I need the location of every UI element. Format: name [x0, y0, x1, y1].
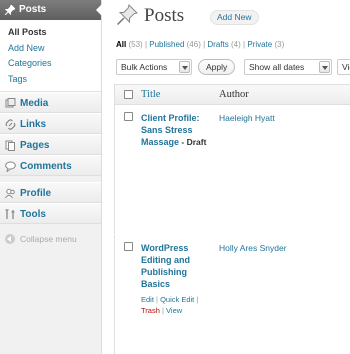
submenu-add-new[interactable]: Add New — [0, 41, 101, 57]
pages-icon — [5, 140, 15, 151]
comments-icon — [5, 161, 16, 172]
filter-all[interactable]: All — [116, 40, 126, 49]
post-title-line: Sans Stress — [141, 125, 193, 135]
table-header-row: Title Author — [114, 84, 350, 105]
post-author-link[interactable]: Holly Ares Snyder — [215, 234, 350, 354]
bulk-actions-value: Bulk Actions — [121, 62, 168, 72]
media-icon — [5, 98, 16, 108]
filter-published-count: (46) — [186, 40, 201, 49]
filter-drafts-count: (4) — [230, 40, 241, 49]
row-checkbox-cell — [114, 104, 137, 235]
menu-item-comments[interactable]: Comments — [0, 155, 101, 176]
post-status-filters: All (53) | Published (46) | Drafts (4) |… — [116, 40, 284, 49]
view-select-value: Vie — [342, 62, 350, 72]
row-checkbox[interactable] — [124, 112, 133, 121]
select-all-checkbox[interactable] — [124, 90, 133, 99]
action-separator: | — [156, 295, 158, 304]
posts-pushpin-icon — [116, 4, 138, 26]
post-title-line: Editing and — [141, 255, 190, 265]
apply-button[interactable]: Apply — [198, 59, 236, 75]
filter-separator: | — [144, 40, 148, 49]
bulk-actions-select[interactable]: Bulk Actions — [116, 59, 192, 75]
menu-item-label: Pages — [20, 140, 50, 151]
action-separator: | — [162, 306, 164, 315]
post-title-line: WordPress — [141, 243, 189, 253]
menu-item-posts-label: Posts — [19, 4, 47, 15]
collapse-menu-button[interactable]: Collapse menu — [0, 229, 101, 249]
row-title-cell: Client Profile: Sans Stress Massage - Dr… — [137, 104, 215, 235]
filter-separator: | — [203, 40, 206, 49]
menu-item-label: Comments — [20, 161, 72, 172]
submenu-all-posts[interactable]: All Posts — [0, 25, 101, 41]
row-checkbox[interactable] — [124, 242, 133, 251]
filter-drafts[interactable]: Drafts — [207, 40, 228, 49]
menu-item-label: Profile — [20, 188, 52, 199]
post-state-label: - Draft — [179, 137, 207, 147]
table-row: WordPress Editing and Publishing Basics … — [114, 234, 350, 354]
view-select-partial[interactable]: Vie — [337, 59, 350, 75]
filter-separator: | — [243, 40, 246, 49]
post-title-line: Basics — [141, 279, 171, 289]
filter-private[interactable]: Private — [247, 40, 272, 49]
row-title-cell: WordPress Editing and Publishing Basics … — [137, 234, 215, 354]
collapse-menu-label: Collapse menu — [20, 234, 77, 244]
links-icon — [5, 119, 16, 130]
menu-item-pages[interactable]: Pages — [0, 134, 101, 155]
posts-table: Title Author Client Profile: Sans Stress… — [114, 84, 350, 354]
edit-link[interactable]: Edit — [141, 295, 154, 304]
filter-private-count: (3) — [274, 40, 285, 49]
collapse-arrow-icon — [5, 234, 15, 244]
post-author-link[interactable]: Haeleigh Hyatt — [215, 104, 350, 235]
post-title-link[interactable]: Client Profile: Sans Stress Massage - Dr… — [141, 112, 211, 148]
view-link[interactable]: View — [166, 306, 182, 315]
menu-item-label: Media — [20, 98, 49, 109]
menu-item-tools[interactable]: Tools — [0, 203, 101, 224]
submenu-categories[interactable]: Categories — [0, 56, 101, 72]
submenu-tags[interactable]: Tags — [0, 72, 101, 88]
quick-edit-link[interactable]: Quick Edit — [160, 295, 194, 304]
add-new-button[interactable]: Add New — [210, 10, 259, 25]
page-title: Posts — [144, 5, 185, 26]
row-actions: Edit | Quick Edit | Trash | View — [141, 294, 211, 316]
post-title-line: Publishing — [141, 267, 187, 277]
menu-item-label: Tools — [20, 209, 46, 220]
filter-published[interactable]: Published — [149, 40, 184, 49]
menu-item-media[interactable]: Media — [0, 92, 101, 113]
tools-icon — [5, 209, 15, 219]
admin-sidebar: Posts All Posts Add New Categories Tags … — [0, 0, 102, 354]
column-header-author: Author — [215, 84, 350, 105]
chevron-down-icon — [179, 61, 190, 73]
column-header-title[interactable]: Title — [137, 84, 215, 105]
menu-item-posts[interactable]: Posts — [0, 0, 102, 20]
post-title-line: Massage — [141, 137, 180, 147]
menu-item-profile[interactable]: Profile — [0, 182, 101, 203]
pushpin-icon — [5, 5, 15, 15]
post-title-link[interactable]: WordPress Editing and Publishing Basics — [141, 242, 211, 290]
dates-filter-value: Show all dates — [249, 62, 305, 72]
post-title-line: Client Profile: — [141, 113, 200, 123]
table-body: Client Profile: Sans Stress Massage - Dr… — [114, 104, 350, 354]
filter-all-count: (53) — [128, 40, 143, 49]
main-content: Posts Add New All (53) | Published (46) … — [102, 0, 350, 354]
table-header: Title Author — [114, 84, 350, 105]
menu-item-links[interactable]: Links — [0, 113, 101, 134]
action-separator: | — [196, 295, 199, 304]
chevron-down-icon — [319, 61, 330, 73]
row-checkbox-cell — [114, 234, 137, 354]
trash-link[interactable]: Trash — [141, 306, 160, 315]
dates-filter-select[interactable]: Show all dates — [244, 59, 332, 75]
posts-submenu: All Posts Add New Categories Tags — [0, 20, 101, 92]
menu-item-label: Links — [20, 119, 47, 130]
select-all-cell — [114, 84, 137, 105]
profile-icon — [5, 188, 15, 199]
table-row: Client Profile: Sans Stress Massage - Dr… — [114, 104, 350, 235]
